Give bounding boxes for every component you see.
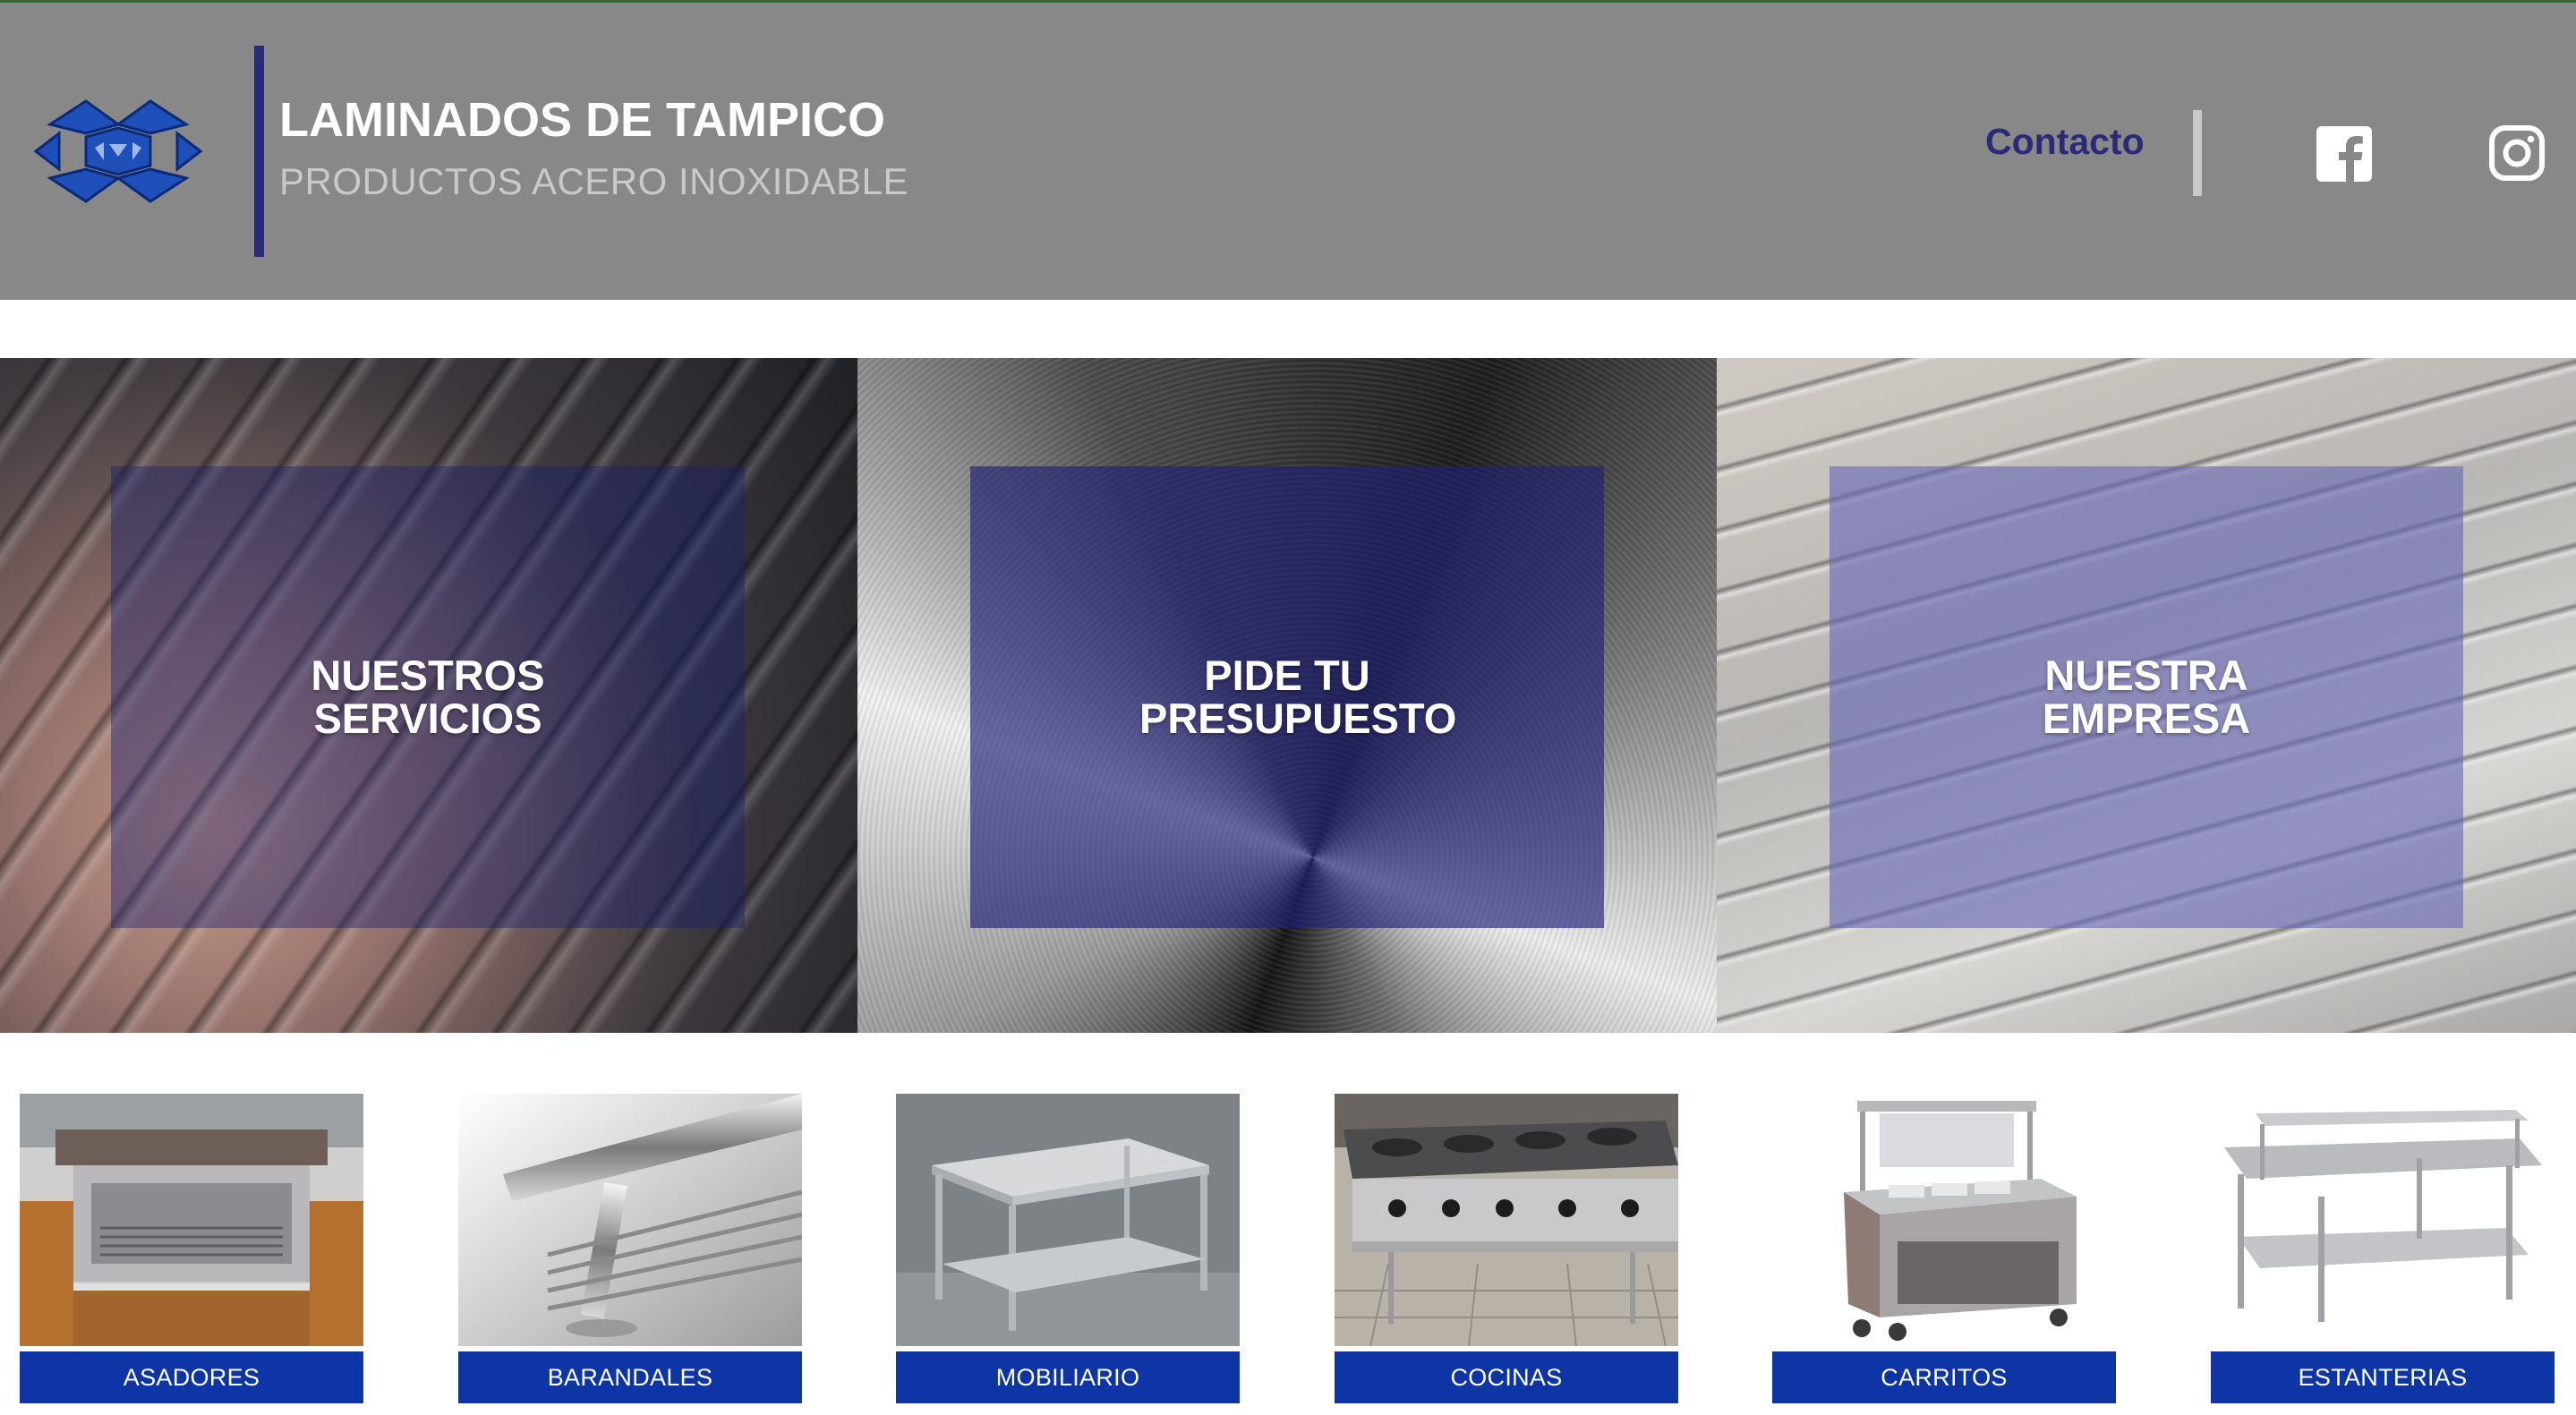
site-subtitle: PRODUCTOS ACERO INOXIDABLE	[279, 160, 909, 202]
barandales-image	[458, 1094, 802, 1346]
panel-overlay: NUESTRA EMPRESA	[1830, 466, 2463, 928]
mobiliario-image	[896, 1094, 1240, 1346]
contact-link[interactable]: Contacto	[1985, 121, 2145, 163]
panel-nuestra-empresa[interactable]: NUESTRA EMPRESA	[1717, 358, 2576, 1033]
product-card-asadores[interactable]: ASADORES	[20, 1094, 363, 1403]
panel-overlay: NUESTROS SERVICIOS	[111, 466, 745, 928]
product-card-barandales[interactable]: BARANDALES	[458, 1094, 802, 1403]
product-card-carritos[interactable]: CARRITOS	[1772, 1094, 2116, 1403]
facebook-icon[interactable]	[2316, 126, 2372, 182]
cocinas-image	[1335, 1094, 1678, 1346]
panel-label: NUESTROS SERVICIOS	[311, 652, 545, 742]
panel-overlay: PIDE TU PRESUPUESTO	[970, 466, 1604, 928]
product-card-mobiliario[interactable]: MOBILIARIO	[896, 1094, 1240, 1403]
cocinas-button[interactable]: COCINAS	[1335, 1351, 1678, 1403]
site-header: LAMINADOS DE TAMPICO PRODUCTOS ACERO INO…	[0, 3, 2576, 300]
estanterias-image	[2211, 1094, 2555, 1346]
barandales-button[interactable]: BARANDALES	[458, 1351, 802, 1403]
estanterias-button[interactable]: ESTANTERIAS	[2211, 1351, 2555, 1403]
asadores-image	[20, 1094, 363, 1346]
asadores-button[interactable]: ASADORES	[20, 1351, 363, 1403]
hero-panels: NUESTROS SERVICIOS PIDE TU PRESUPUESTO N…	[0, 358, 2576, 1033]
company-logo[interactable]	[32, 98, 204, 205]
logo-icon	[33, 99, 203, 203]
instagram-icon[interactable]	[2488, 124, 2546, 182]
panel-pide-tu-presupuesto[interactable]: PIDE TU PRESUPUESTO	[857, 358, 1717, 1033]
panel-nuestros-servicios[interactable]: NUESTROS SERVICIOS	[0, 358, 857, 1033]
mobiliario-button[interactable]: MOBILIARIO	[896, 1351, 1240, 1403]
panel-label: NUESTRA EMPRESA	[2042, 652, 2251, 742]
carritos-button[interactable]: CARRITOS	[1772, 1351, 2116, 1403]
carritos-image	[1772, 1094, 2116, 1346]
brand-divider	[254, 46, 264, 257]
product-card-cocinas[interactable]: COCINAS	[1335, 1094, 1678, 1403]
nav-divider	[2193, 110, 2202, 196]
product-card-estanterias[interactable]: ESTANTERIAS	[2211, 1094, 2555, 1403]
site-title[interactable]: LAMINADOS DE TAMPICO	[279, 92, 885, 148]
panel-label: PIDE TU PRESUPUESTO	[1139, 652, 1457, 742]
